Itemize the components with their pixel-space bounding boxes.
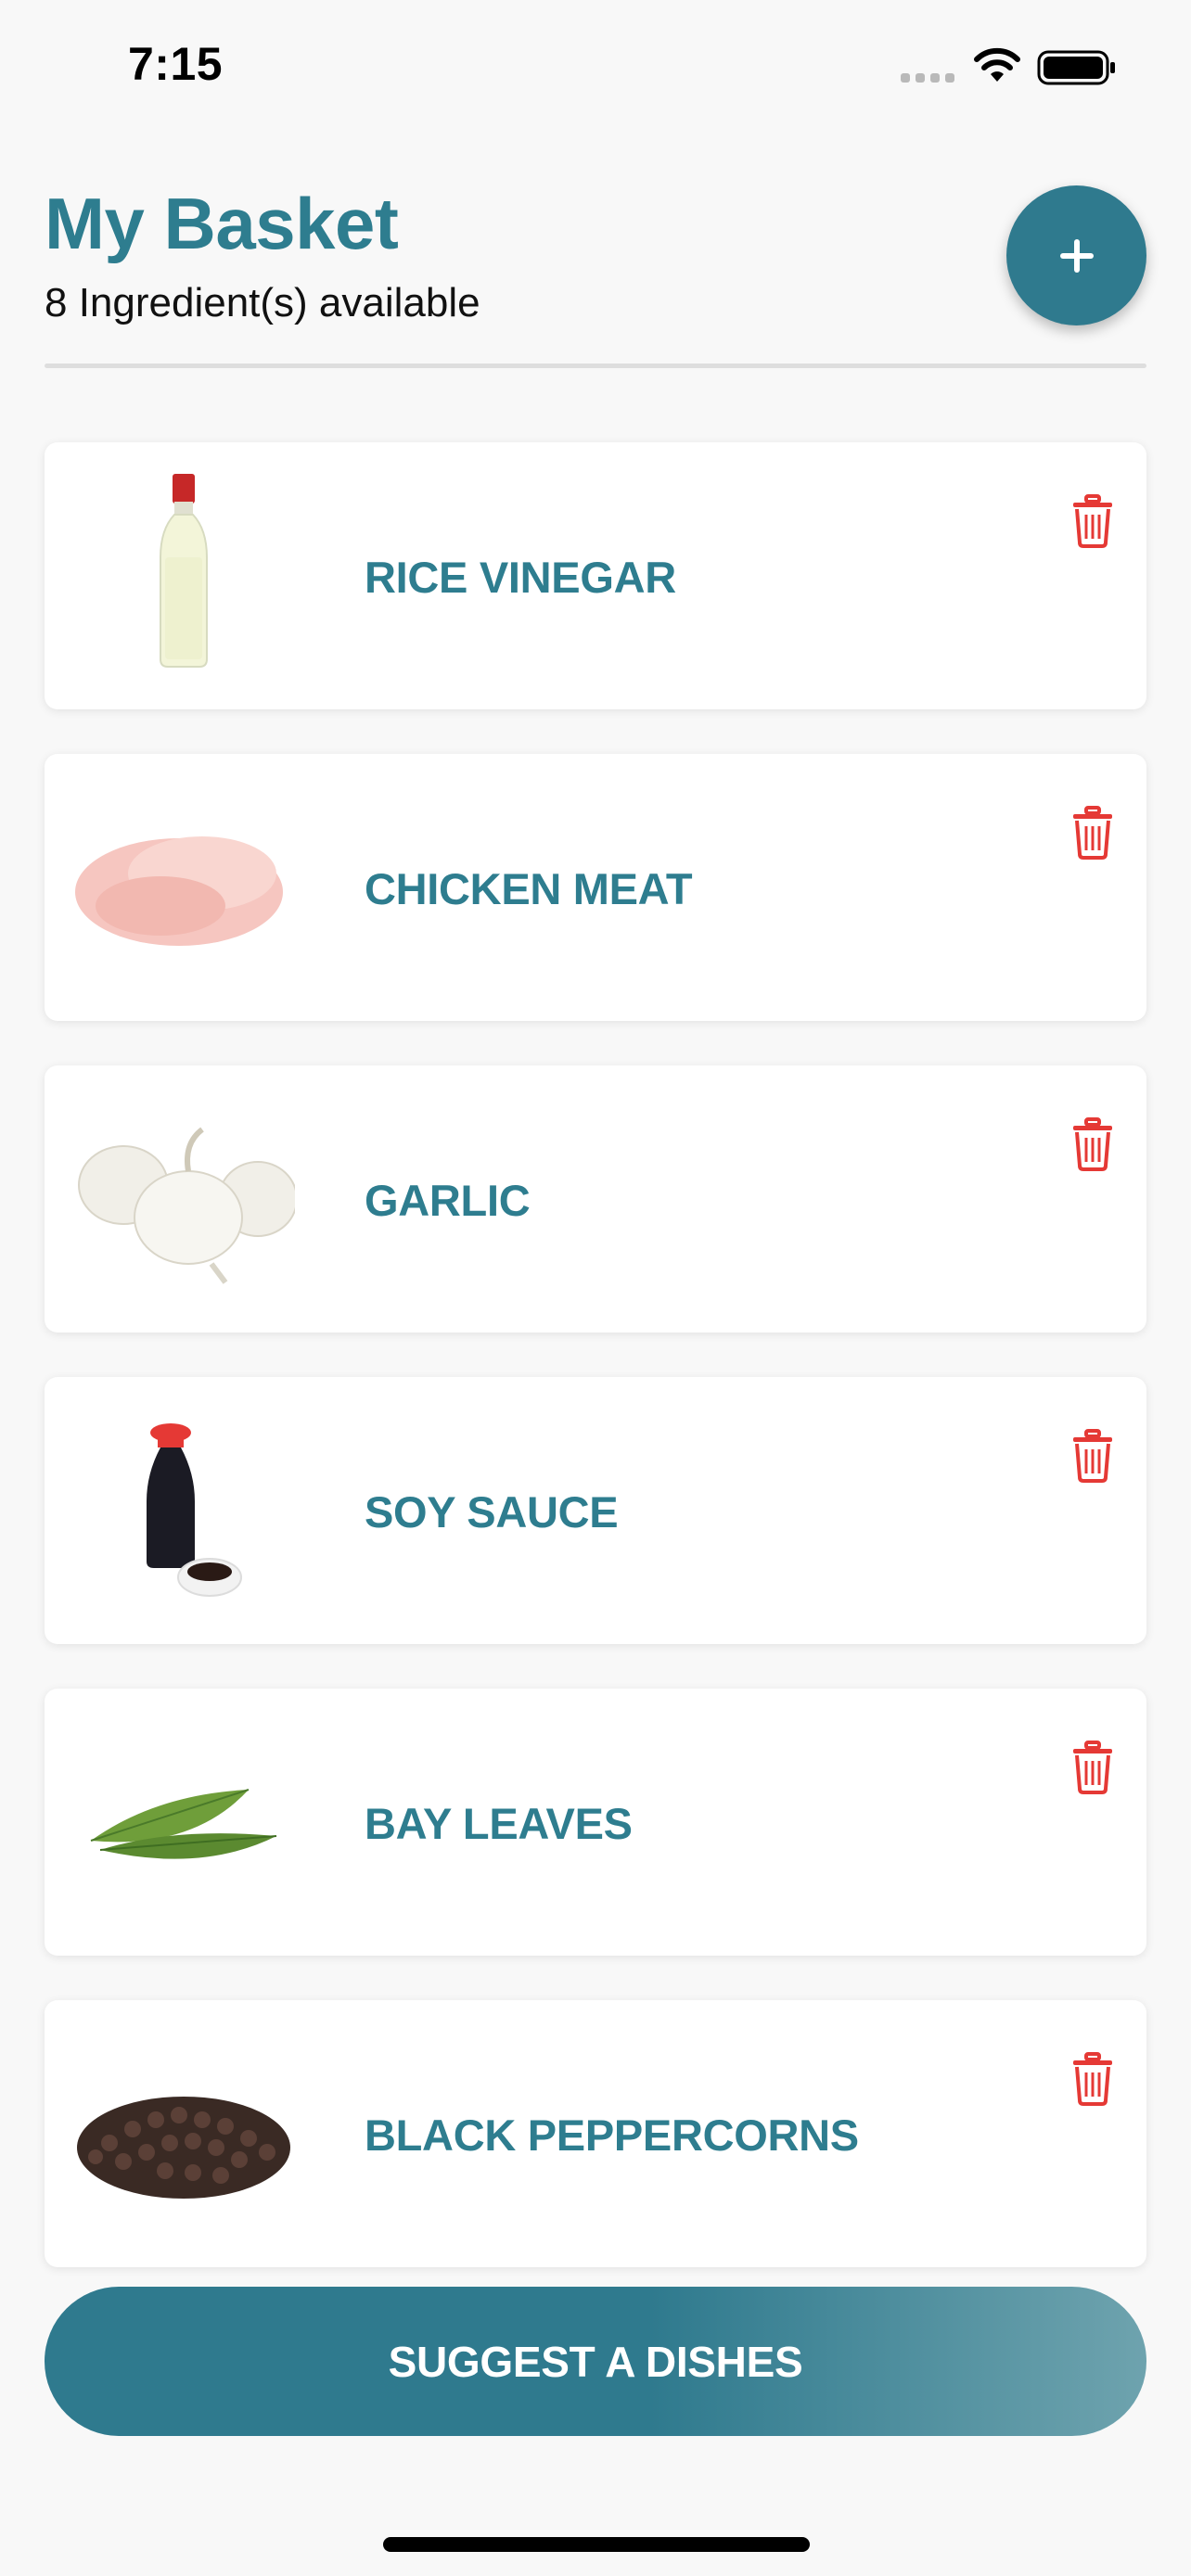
trash-icon[interactable] — [1071, 494, 1114, 548]
ingredient-name: BAY LEAVES — [365, 1799, 633, 1848]
trash-icon[interactable] — [1071, 2052, 1114, 2106]
ingredient-name: SOY SAUCE — [365, 1487, 619, 1537]
trash-icon[interactable] — [1071, 806, 1114, 860]
ingredient-count: 8 Ingredient(s) available — [45, 280, 480, 325]
wifi-icon — [974, 47, 1020, 82]
ingredient-name: CHICKEN MEAT — [365, 864, 693, 913]
garlic-icon — [78, 1127, 295, 1284]
ingredient-name: GARLIC — [365, 1176, 531, 1225]
ingredient-card: BLACK PEPPERCORNS — [45, 2000, 1146, 2267]
black-peppercorns-icon — [77, 2097, 290, 2199]
battery-icon — [1037, 50, 1115, 85]
chicken-meat-icon — [75, 836, 283, 946]
add-ingredient-button[interactable] — [1006, 185, 1146, 325]
rice-vinegar-icon — [160, 474, 208, 668]
ingredient-card: CHICKEN MEAT — [45, 754, 1146, 1021]
plus-icon — [1059, 238, 1094, 273]
suggest-dishes-label: SUGGEST A DISHES — [388, 2337, 803, 2386]
bay-leaves-icon — [90, 1789, 277, 1859]
trash-icon[interactable] — [1071, 1741, 1114, 1794]
status-time: 7:15 — [128, 38, 224, 90]
suggest-dishes-button[interactable]: SUGGEST A DISHES — [45, 2287, 1146, 2436]
status-bar: 7:15 — [0, 0, 1191, 134]
soy-sauce-icon — [147, 1423, 242, 1597]
trash-icon[interactable] — [1071, 1429, 1114, 1483]
page-title: My Basket — [45, 183, 399, 264]
ingredient-card: GARLIC — [45, 1065, 1146, 1333]
ingredient-card: RICE VINEGAR — [45, 442, 1146, 709]
basket-screen: 7:15 My Basket 8 Ingredient(s) available — [0, 0, 1191, 2576]
home-indicator[interactable] — [383, 2537, 810, 2552]
cellular-signal-icon — [901, 73, 954, 83]
trash-icon[interactable] — [1071, 1117, 1114, 1171]
ingredient-name: BLACK PEPPERCORNS — [365, 2111, 859, 2160]
ingredient-name: RICE VINEGAR — [365, 553, 676, 602]
header-divider — [45, 363, 1146, 368]
ingredient-card: SOY SAUCE — [45, 1377, 1146, 1644]
ingredient-card: BAY LEAVES — [45, 1689, 1146, 1956]
